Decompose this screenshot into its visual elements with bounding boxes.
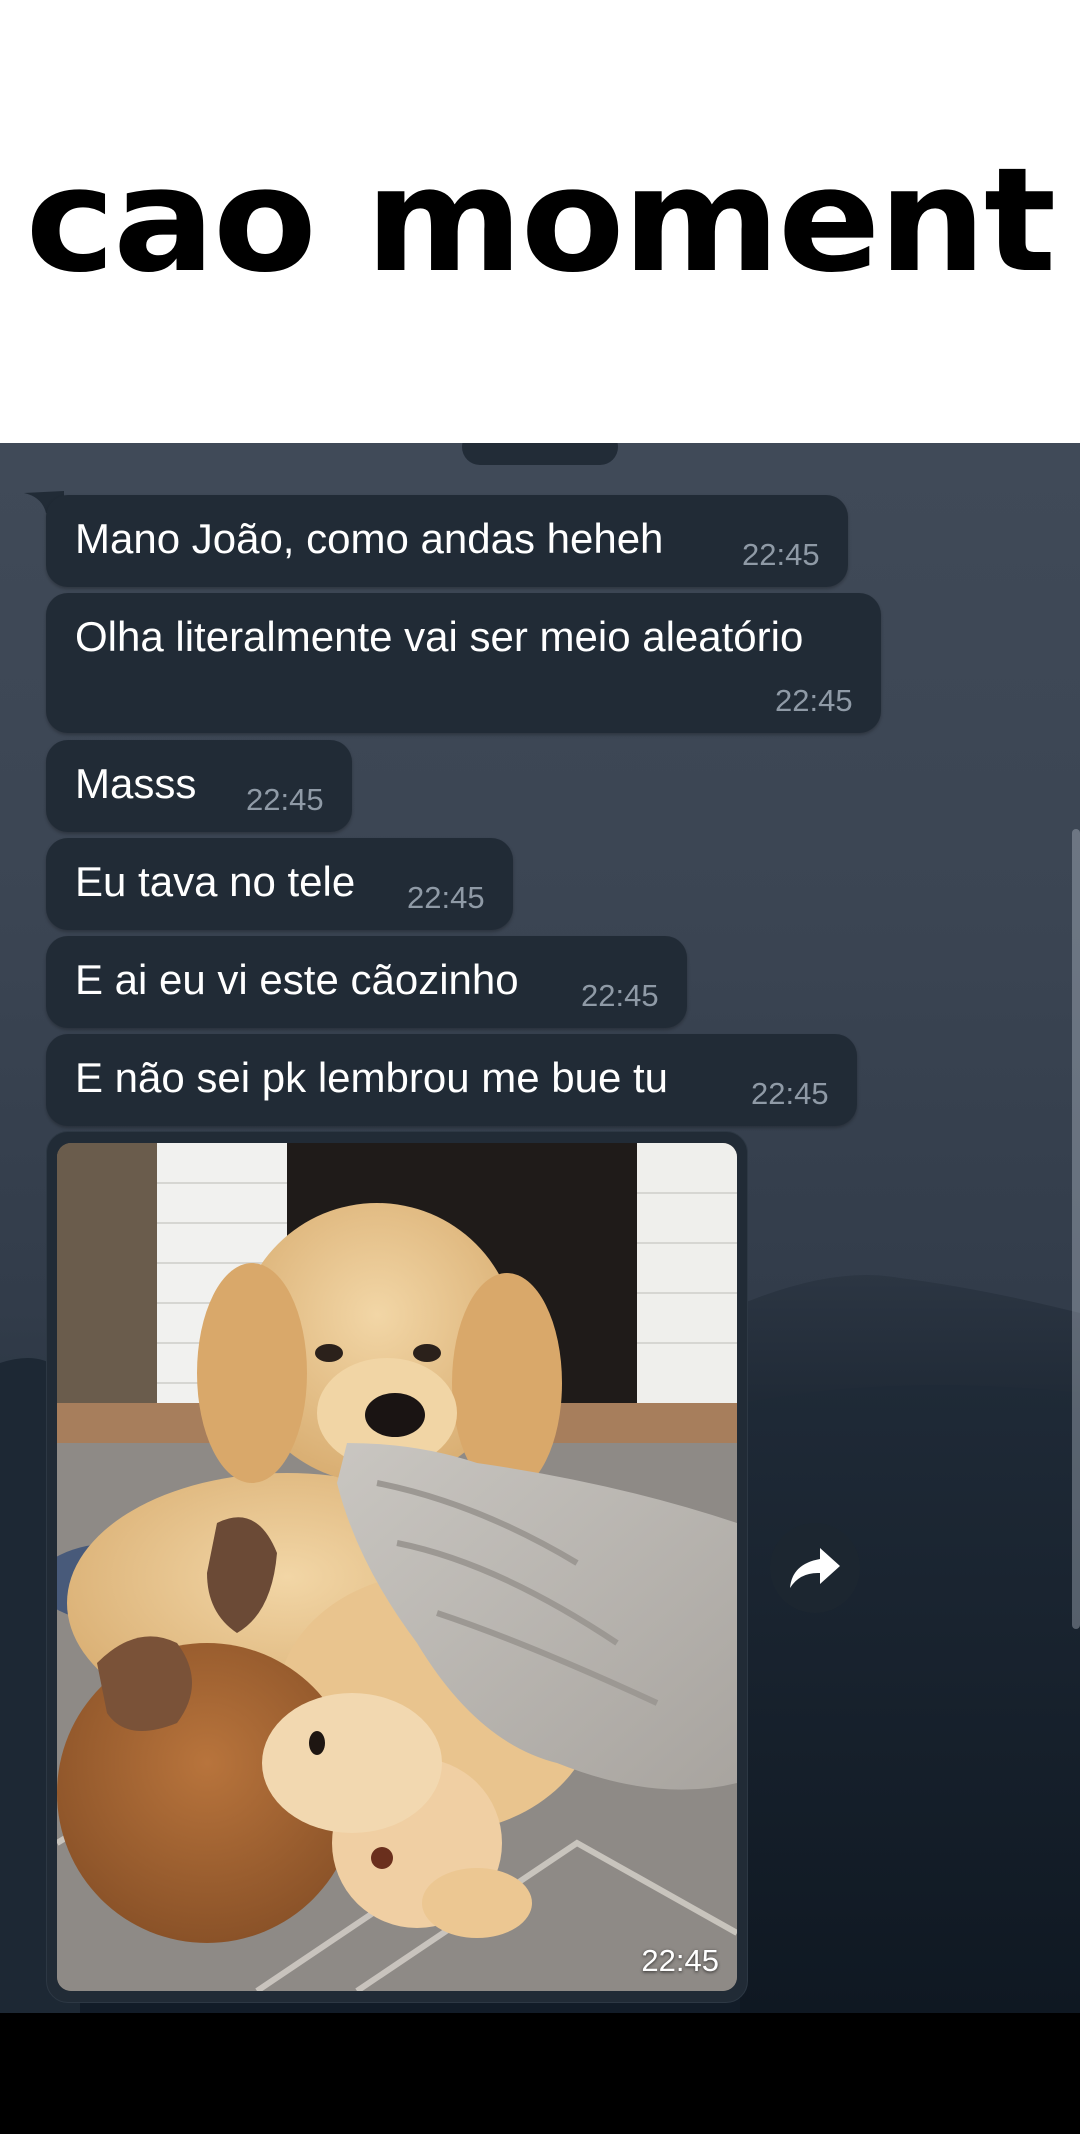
puppy-illustration xyxy=(57,1143,737,1991)
message-text: Mano João, como andas heheh xyxy=(75,515,664,562)
share-button[interactable] xyxy=(770,1523,860,1613)
date-pill xyxy=(462,443,618,465)
message-bubble[interactable]: Eu tava no tele 22:45 xyxy=(46,838,513,930)
message-text: E ai eu vi este cãozinho xyxy=(75,956,519,1003)
message-text: Olha literalmente vai ser meio aleatório xyxy=(75,613,804,660)
bottom-bar xyxy=(0,2013,1080,2134)
message-time: 22:45 xyxy=(246,782,324,817)
message-time: 22:45 xyxy=(751,1076,829,1111)
message-bubble[interactable]: E ai eu vi este cãozinho 22:45 xyxy=(46,936,687,1028)
meme-title: cao moment xyxy=(25,135,1057,304)
puppy-photo[interactable]: 22:45 xyxy=(57,1143,737,1991)
message-time: 22:45 xyxy=(775,683,853,718)
message-bubble[interactable]: E não sei pk lembrou me bue tu 22:45 xyxy=(46,1034,857,1126)
message-text: E não sei pk lembrou me bue tu xyxy=(75,1054,669,1101)
photo-message[interactable]: 22:45 xyxy=(46,1131,748,2003)
meme-header: cao moment xyxy=(0,0,1080,443)
message-text: Masss xyxy=(75,760,197,807)
message-bubble[interactable]: Masss 22:45 xyxy=(46,740,352,832)
message-text: Eu tava no tele xyxy=(75,858,356,905)
message-time: 22:45 xyxy=(742,537,820,572)
message-time: 22:45 xyxy=(407,880,485,915)
scrollbar[interactable] xyxy=(1072,829,1080,1629)
message-bubble[interactable]: Mano João, como andas heheh 22:45 xyxy=(46,495,848,587)
share-forward-icon xyxy=(790,1548,840,1588)
message-time: 22:45 xyxy=(581,978,659,1013)
chat-area[interactable]: Mano João, como andas heheh 22:45 Olha l… xyxy=(0,443,1080,2013)
message-bubble[interactable]: Olha literalmente vai ser meio aleatório… xyxy=(46,593,881,733)
photo-time: 22:45 xyxy=(641,1943,719,1978)
